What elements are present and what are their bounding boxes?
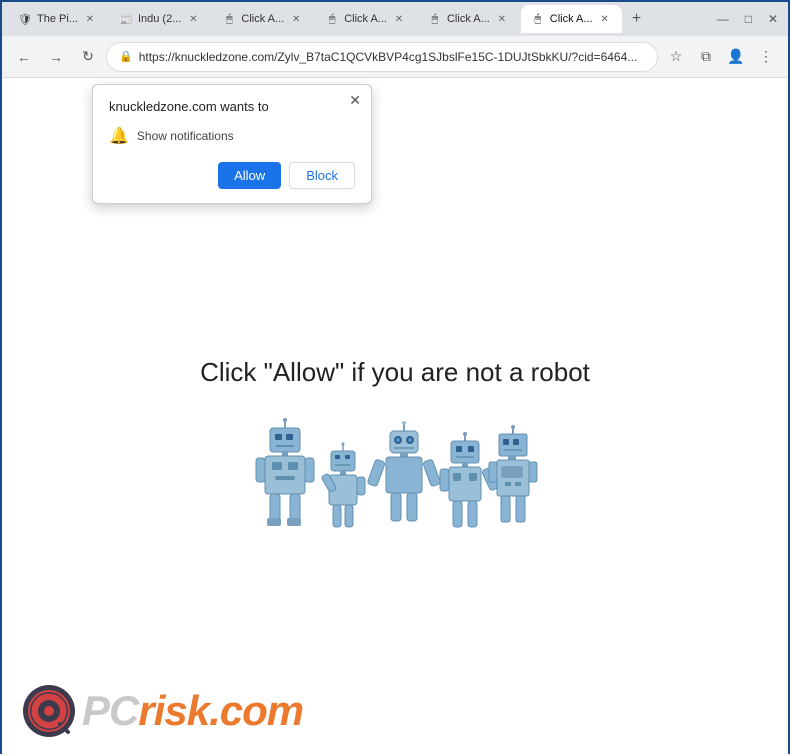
- tab-1-favicon: 🛡: [18, 12, 32, 26]
- watermark-text: PCrisk.com: [82, 687, 303, 735]
- robot-illustration: [250, 408, 540, 538]
- popup-title: knuckledzone.com wants to: [109, 99, 355, 114]
- window-controls: — □ ✕: [713, 10, 782, 28]
- minimize-button[interactable]: —: [713, 10, 733, 28]
- tab-2[interactable]: 📰 Indu (2... ✕: [109, 5, 210, 33]
- tab-3-label: Click A...: [241, 13, 284, 25]
- tab-5-close[interactable]: ✕: [495, 12, 509, 26]
- bell-icon: 🔔: [109, 126, 129, 146]
- tab-5-label: Click A...: [447, 13, 490, 25]
- notification-popup: knuckledzone.com wants to ✕ 🔔 Show notif…: [92, 84, 372, 204]
- tab-2-label: Indu (2...: [138, 13, 181, 25]
- tab-6-label: Click A...: [550, 13, 593, 25]
- block-button[interactable]: Block: [289, 162, 355, 189]
- tab-3-favicon: 🖱: [222, 12, 236, 26]
- tab-4-favicon: 🖱: [325, 12, 339, 26]
- profile-button[interactable]: 👤: [722, 43, 750, 71]
- popup-close-button[interactable]: ✕: [349, 93, 361, 107]
- robots-svg: [250, 408, 540, 538]
- tab-1-close[interactable]: ✕: [83, 12, 97, 26]
- new-tab-button[interactable]: +: [624, 6, 650, 32]
- lock-icon: 🔒: [119, 50, 133, 63]
- tab-5-favicon: 🖱: [428, 12, 442, 26]
- navigation-bar: ← → ↻ 🔒 https://knuckledzone.com/Zylv_B7…: [2, 36, 788, 78]
- address-bar[interactable]: 🔒 https://knuckledzone.com/Zylv_B7taC1QC…: [106, 42, 658, 72]
- page-headline: Click "Allow" if you are not a robot: [200, 357, 590, 388]
- reload-button[interactable]: ↻: [74, 43, 102, 71]
- maximize-button[interactable]: □: [741, 10, 756, 28]
- tab-2-close[interactable]: ✕: [186, 12, 200, 26]
- tab-6-close[interactable]: ✕: [598, 12, 612, 26]
- tab-5[interactable]: 🖱 Click A... ✕: [418, 5, 519, 33]
- nav-actions: ☆ ⧉ 👤 ⋮: [662, 43, 780, 71]
- tab-4-label: Click A...: [344, 13, 387, 25]
- address-text: https://knuckledzone.com/Zylv_B7taC1QCVk…: [139, 50, 645, 64]
- tab-6-favicon: 🖱: [531, 12, 545, 26]
- close-window-button[interactable]: ✕: [764, 10, 782, 28]
- bookmark-button[interactable]: ☆: [662, 43, 690, 71]
- tab-1[interactable]: 🛡 The Pi... ✕: [8, 5, 107, 33]
- forward-button[interactable]: →: [42, 43, 70, 71]
- page-content: Click "Allow" if you are not a robot: [200, 357, 590, 538]
- popup-permission: 🔔 Show notifications: [109, 126, 355, 146]
- tab-1-label: The Pi...: [37, 13, 78, 25]
- tab-3-close[interactable]: ✕: [289, 12, 303, 26]
- watermark: PCrisk.com: [22, 684, 303, 738]
- tab-2-favicon: 📰: [119, 12, 133, 26]
- back-button[interactable]: ←: [10, 43, 38, 71]
- extensions-button[interactable]: ⧉: [692, 43, 720, 71]
- pcrisk-logo: [22, 684, 76, 738]
- title-bar: 🛡 The Pi... ✕ 📰 Indu (2... ✕ 🖱 Click A..…: [2, 2, 788, 36]
- browser-content: knuckledzone.com wants to ✕ 🔔 Show notif…: [2, 78, 788, 756]
- tab-4-close[interactable]: ✕: [392, 12, 406, 26]
- allow-button[interactable]: Allow: [218, 162, 281, 189]
- popup-permission-label: Show notifications: [137, 129, 234, 143]
- tab-3[interactable]: 🖱 Click A... ✕: [212, 5, 313, 33]
- tab-4[interactable]: 🖱 Click A... ✕: [315, 5, 416, 33]
- popup-buttons: Allow Block: [109, 162, 355, 189]
- tab-6[interactable]: 🖱 Click A... ✕: [521, 5, 622, 33]
- menu-button[interactable]: ⋮: [752, 43, 780, 71]
